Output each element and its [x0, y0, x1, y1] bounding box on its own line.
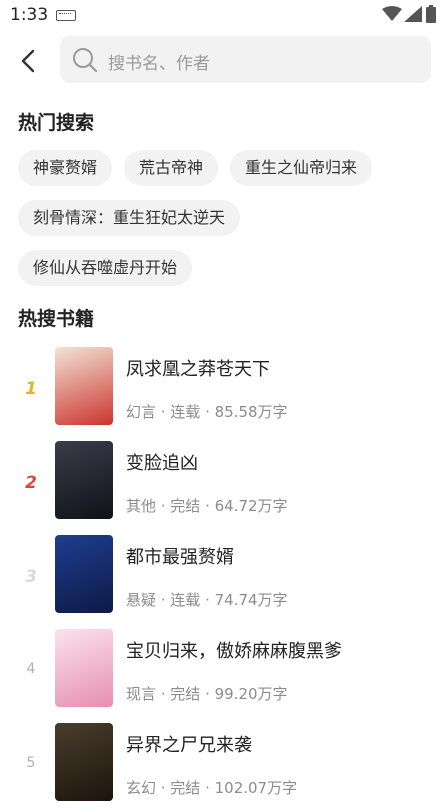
keyboard-icon	[56, 10, 76, 21]
book-rank: 5	[26, 755, 36, 771]
hot-search-chip[interactable]: 荒古帝神	[124, 150, 219, 186]
wifi-icon	[382, 6, 402, 21]
book-title: 都市最强赘婿	[126, 547, 234, 568]
signal-icon	[404, 6, 422, 22]
hot-search-chip[interactable]: 刻骨情深：重生狂妃太逆天	[18, 200, 241, 236]
hot-search-chip[interactable]: 修仙从吞噬虚丹开始	[18, 250, 193, 286]
search-header: 搜书名、作者	[0, 36, 448, 84]
search-input[interactable]: 搜书名、作者	[60, 36, 431, 83]
book-cover	[55, 441, 113, 519]
status-bar: 1:33	[0, 0, 448, 30]
book-rank: 2	[25, 473, 37, 493]
hot-search-chip[interactable]: 重生之仙帝归来	[230, 150, 373, 186]
hot-books-title: 热搜书籍	[18, 308, 95, 330]
book-meta: 悬疑 · 连载 · 74.74万字	[126, 591, 288, 609]
book-title: 变脸追凶	[126, 453, 198, 474]
book-meta: 现言 · 完结 · 99.20万字	[126, 685, 288, 703]
book-cover	[55, 347, 113, 425]
book-item[interactable]: 4 宝贝归来，傲娇麻麻腹黑爹 现言 · 完结 · 99.20万字	[0, 629, 448, 715]
status-time: 1:33	[10, 5, 49, 25]
hot-search-chip[interactable]: 神豪赘婿	[18, 150, 113, 186]
book-item[interactable]: 1 凤求凰之莽苍天下 幻言 · 连载 · 85.58万字	[0, 347, 448, 433]
book-meta: 其他 · 完结 · 64.72万字	[126, 497, 288, 515]
book-item[interactable]: 5 异界之尸兄来袭 玄幻 · 完结 · 102.07万字	[0, 723, 448, 809]
book-item[interactable]: 3 都市最强赘婿 悬疑 · 连载 · 74.74万字	[0, 535, 448, 621]
book-title: 异界之尸兄来袭	[126, 735, 252, 756]
search-placeholder: 搜书名、作者	[108, 54, 210, 74]
search-icon	[73, 48, 98, 73]
chevron-left-icon	[21, 49, 35, 73]
battery-icon	[426, 5, 436, 23]
hot-search-title: 热门搜索	[18, 112, 95, 134]
book-cover	[55, 629, 113, 707]
book-item[interactable]: 2 变脸追凶 其他 · 完结 · 64.72万字	[0, 441, 448, 527]
book-rank: 3	[25, 567, 37, 587]
book-cover	[55, 723, 113, 801]
book-rank: 1	[25, 379, 37, 399]
book-title: 宝贝归来，傲娇麻麻腹黑爹	[126, 641, 342, 662]
book-rank: 4	[26, 661, 36, 677]
book-cover	[55, 535, 113, 613]
book-meta: 玄幻 · 完结 · 102.07万字	[126, 779, 298, 797]
back-button[interactable]	[14, 46, 44, 76]
book-meta: 幻言 · 连载 · 85.58万字	[126, 403, 288, 421]
book-title: 凤求凰之莽苍天下	[126, 359, 270, 380]
